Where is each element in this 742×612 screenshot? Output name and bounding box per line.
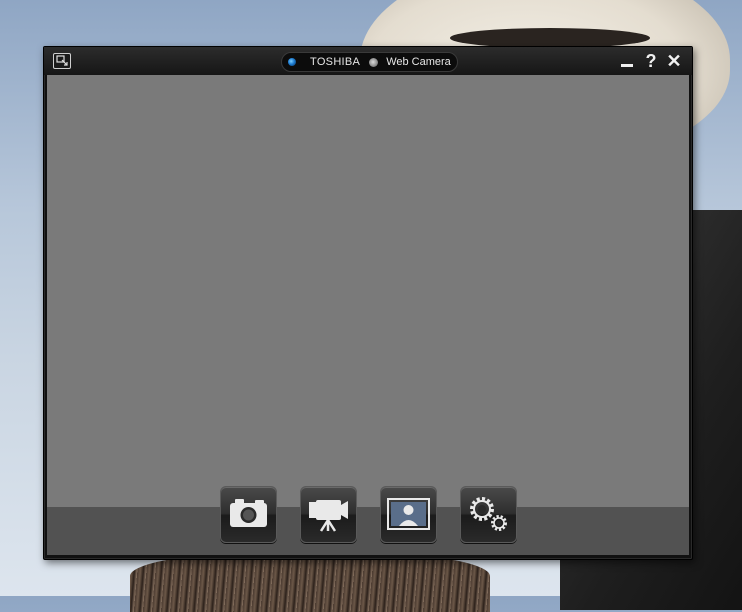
minimize-icon bbox=[621, 64, 633, 67]
settings-gears-icon bbox=[470, 497, 507, 531]
capture-photo-button[interactable] bbox=[220, 486, 277, 543]
record-video-button[interactable] bbox=[300, 486, 357, 543]
portrait-frame-icon bbox=[387, 498, 430, 530]
portrait-mode-button[interactable] bbox=[380, 486, 437, 543]
web-camera-window: TOSHIBA Web Camera ? ✕ bbox=[43, 46, 693, 560]
brand-label: TOSHIBA bbox=[310, 56, 361, 68]
separator-dot-icon bbox=[369, 57, 379, 67]
video-camera-icon bbox=[309, 500, 348, 532]
product-label: Web Camera bbox=[386, 56, 451, 68]
title-bar[interactable]: TOSHIBA Web Camera ? ✕ bbox=[44, 47, 692, 75]
settings-button[interactable] bbox=[460, 486, 517, 543]
minimize-button[interactable] bbox=[617, 50, 637, 72]
window-mode-icon[interactable] bbox=[53, 53, 71, 69]
title-pill: TOSHIBA Web Camera bbox=[281, 52, 458, 72]
bottom-toolbar bbox=[47, 507, 689, 555]
camera-preview bbox=[47, 75, 689, 507]
close-button[interactable]: ✕ bbox=[664, 50, 684, 72]
camera-icon bbox=[230, 499, 267, 527]
background-hair bbox=[130, 552, 490, 612]
status-dot-icon bbox=[288, 58, 296, 66]
background-hatband bbox=[450, 28, 650, 48]
help-button[interactable]: ? bbox=[641, 50, 661, 72]
